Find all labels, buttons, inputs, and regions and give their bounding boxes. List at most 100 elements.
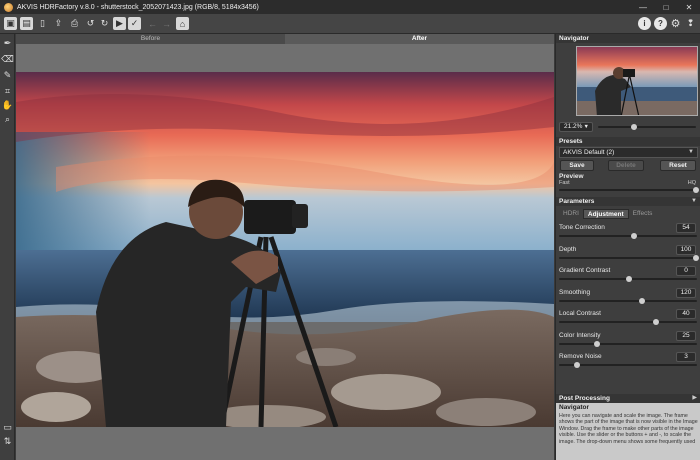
main-toolbar: ▣ ▤ ▯ ⇪ ⎙ ↺ ↻ ▶ ✓ ← → ⌂ i ? ⚙ ❢ [0,14,700,34]
param-label: Tone Correction [559,224,605,231]
param-slider-knob[interactable] [625,276,632,282]
presets-title: Presets [559,138,583,145]
open-image-icon[interactable]: ▣ [4,17,17,30]
preset-selected: AKVIS Default (2) [563,149,615,156]
canvas-padding-bottom [16,427,554,460]
print-icon[interactable]: ⎙ [68,17,81,30]
canvas-padding-top [16,44,554,72]
chevron-down-icon: ▼ [688,149,694,155]
preview-fast-label: Fast [559,180,570,186]
hand-icon[interactable]: ✋ [2,100,13,111]
param-label: Local Contrast [559,310,601,317]
plugins-icon[interactable]: ⌂ [176,17,189,30]
tab-hdri[interactable]: HDRI [559,209,583,219]
navigator-preview [577,47,697,115]
window-title: AKVIS HDRFactory v.8.0 - shutterstock_20… [17,3,259,11]
help-icon[interactable]: ? [654,17,667,30]
batch-processing-icon[interactable]: ▤ [20,17,33,30]
chevron-down-icon: ▼ [583,124,589,130]
background-color-icon[interactable]: ▭ [2,422,13,433]
redo-icon[interactable]: ↻ [98,17,111,30]
preview-hq-label: HQ [687,180,696,186]
about-icon[interactable]: i [638,17,651,30]
title-bar: AKVIS HDRFactory v.8.0 - shutterstock_20… [0,0,700,14]
save-preset-button[interactable]: Save [560,160,594,171]
param-slider-knob[interactable] [630,233,637,239]
param-label: Depth [559,245,577,253]
forward-icon[interactable]: → [160,17,173,30]
eraser-icon[interactable]: ⌫ [1,54,14,65]
param-slider[interactable] [559,256,697,259]
preview-slider-knob[interactable] [693,187,699,193]
preview-slider[interactable] [559,189,697,191]
image-window[interactable]: Before After [16,34,554,460]
param-value-field[interactable]: 0 [676,266,696,276]
brush-icon[interactable]: ✎ [2,70,13,81]
param-label: Gradient Contrast [559,267,611,274]
zoom-slider-knob[interactable] [631,124,638,130]
help-text: Here you can navigate and scale the imag… [559,412,698,445]
param-label: Smoothing [559,288,591,296]
eyedropper-icon[interactable]: ✒ [2,38,13,49]
tab-after[interactable]: After [285,34,554,44]
save-icon[interactable]: ▯ [36,17,49,30]
chevron-down-icon: ▼ [691,198,697,204]
preview-label: Preview [559,173,584,180]
navigator-title: Navigator [559,35,589,42]
share-icon[interactable]: ⇪ [52,17,65,30]
param-slider-knob[interactable] [594,340,601,347]
param-slider-knob[interactable] [693,254,699,261]
parameters-header[interactable]: Parameters ▼ [556,197,700,206]
chevron-right-icon: ▶ [692,395,697,401]
tab-adjustment[interactable]: Adjustment [582,209,629,219]
param-slider-knob[interactable] [652,319,659,325]
presets-header[interactable]: Presets [556,137,700,146]
param-slider[interactable] [559,235,697,237]
settings-icon[interactable]: ⚙ [669,17,682,30]
parameters-title: Parameters [559,198,595,205]
maximize-button[interactable]: □ [655,0,677,14]
post-processing-header[interactable]: Post Processing ▶ [556,394,700,403]
settings-panel: Navigator 21.2%▼ Presets AKVIS Default [555,34,700,460]
minimize-button[interactable]: — [632,0,654,14]
param-slider[interactable] [559,299,697,302]
preset-select[interactable]: AKVIS Default (2) ▼ [559,147,698,158]
run-processing-icon[interactable]: ▶ [113,17,126,30]
param-value-field[interactable]: 54 [676,223,696,233]
undo-icon[interactable]: ↺ [84,17,97,30]
navigator-thumbnail[interactable] [576,46,698,116]
param-value-field[interactable]: 25 [676,330,696,341]
delete-preset-button[interactable]: Delete [608,160,644,171]
photo-illustration [16,72,554,427]
zoom-slider[interactable] [598,126,696,128]
tab-before[interactable]: Before [16,34,285,44]
param-label: Remove Noise [559,353,602,360]
tab-effects[interactable]: Effects [629,209,657,219]
app-logo-icon [4,2,13,12]
param-slider-knob[interactable] [639,297,645,304]
reset-preset-button[interactable]: Reset [660,160,696,171]
post-processing-title: Post Processing [559,395,610,402]
parameter-tabs: HDRI Adjustment Effects [559,209,656,219]
swap-colors-icon[interactable]: ⇅ [2,436,13,447]
zoom-icon[interactable]: ⌕ [2,114,13,125]
param-value-field[interactable]: 100 [676,244,696,255]
back-icon[interactable]: ← [146,17,159,30]
help-panel: Navigator Here you can navigate and scal… [556,403,700,460]
apply-icon[interactable]: ✓ [128,17,141,30]
param-value-field[interactable]: 3 [676,352,696,362]
hints-icon[interactable]: ❢ [684,17,697,30]
zoom-select[interactable]: 21.2% ▼ [559,122,593,132]
param-label: Color Intensity [559,331,601,339]
view-tabs: Before After [16,34,554,44]
crop-icon[interactable]: ⌗ [2,86,13,97]
param-slider-knob[interactable] [574,362,581,368]
param-slider[interactable] [559,321,697,323]
param-value-field[interactable]: 120 [676,287,696,298]
hdr-photo[interactable] [16,72,554,427]
param-slider[interactable] [559,342,697,345]
close-button[interactable]: ✕ [678,0,700,14]
help-title: Navigator [559,404,589,411]
navigator-header[interactable]: Navigator [556,34,700,43]
param-value-field[interactable]: 40 [676,309,696,319]
